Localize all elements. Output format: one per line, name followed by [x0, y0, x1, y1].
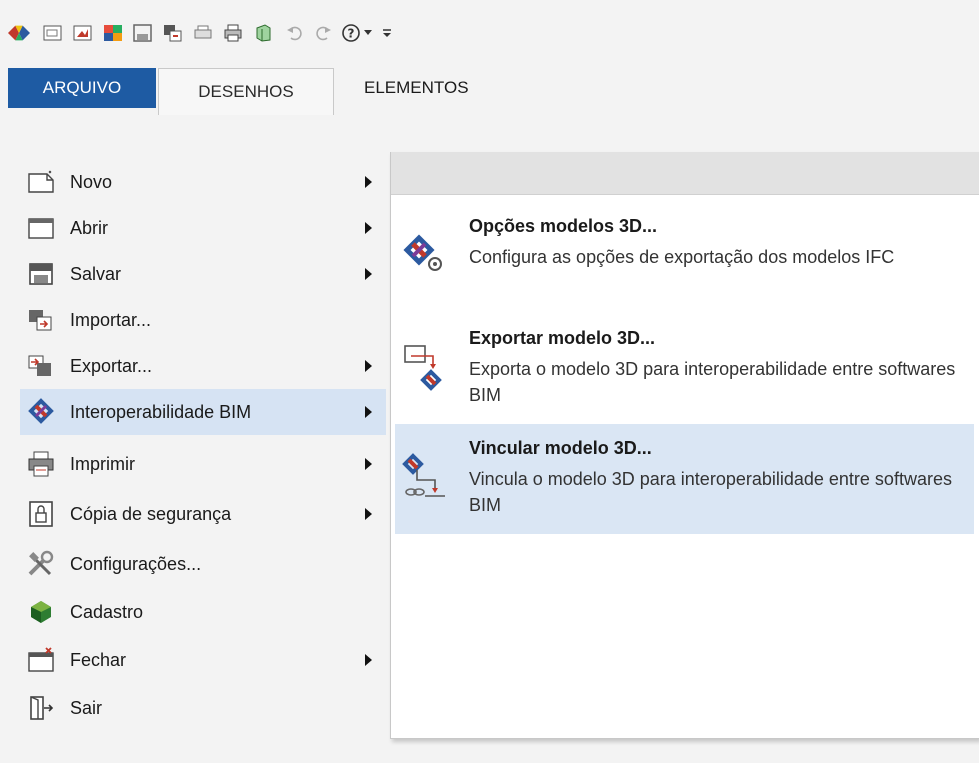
menu-item-interoperabilidade-bim[interactable]: Interoperabilidade BIM: [20, 389, 386, 435]
menu-item-label: Salvar: [70, 263, 122, 284]
menu-item-imprimir[interactable]: Imprimir: [20, 441, 386, 487]
exit-door-icon: [26, 693, 56, 723]
new-icon[interactable]: [42, 22, 64, 44]
submenu-item-title: Vincular modelo 3D...: [469, 438, 652, 458]
tab-arquivo[interactable]: ARQUIVO: [8, 68, 156, 108]
menu-item-importar[interactable]: Importar...: [20, 297, 386, 343]
submenu-item-title: Exportar modelo 3D...: [469, 328, 656, 348]
submenu-arrow-icon: [365, 176, 372, 188]
open-window-icon: [26, 213, 56, 243]
bim-submenu: Opções modelos 3D... Configura as opções…: [390, 152, 979, 739]
color-palette-icon[interactable]: [102, 22, 124, 44]
backup-lock-icon: [26, 499, 56, 529]
submenu-item-vincular-modelo-3d[interactable]: Vincular modelo 3D... Vincula o modelo 3…: [395, 424, 974, 534]
svg-text:?: ?: [348, 27, 355, 41]
export-icon: [26, 351, 56, 381]
import-icon: [26, 305, 56, 335]
submenu-item-description: Exporta o modelo 3D para interoperabilid…: [469, 359, 956, 405]
menu-item-cadastro[interactable]: Cadastro: [20, 589, 386, 635]
bim-settings-icon: [401, 232, 449, 288]
menu-item-novo[interactable]: Novo: [20, 159, 386, 205]
save-icon[interactable]: [132, 22, 154, 44]
menu-item-abrir[interactable]: Abrir: [20, 205, 386, 251]
undo-icon[interactable]: [284, 22, 306, 44]
import-icon[interactable]: [162, 22, 184, 44]
menu-item-salvar[interactable]: Salvar: [20, 251, 386, 297]
menu-item-label: Fechar: [70, 649, 127, 670]
app-logo-icon[interactable]: [8, 22, 30, 44]
menu-item-configuracoes[interactable]: Configurações...: [20, 541, 386, 587]
bim-link-icon: [401, 452, 449, 508]
menu-item-label: Novo: [70, 171, 113, 192]
submenu-item-description: Vincula o modelo 3D para interoperabilid…: [469, 469, 952, 515]
3d-model-icon[interactable]: [252, 22, 274, 44]
dropdown-icon[interactable]: [362, 22, 374, 44]
submenu-header: [391, 152, 979, 195]
submenu-item-title: Opções modelos 3D...: [469, 216, 658, 236]
menu-item-label: Interoperabilidade BIM: [70, 401, 252, 422]
customize-icon[interactable]: [380, 22, 394, 44]
submenu-arrow-icon: [365, 508, 372, 520]
help-icon[interactable]: ?: [340, 22, 362, 44]
menu-item-label: Cópia de segurança: [70, 503, 232, 524]
save-icon: [26, 259, 56, 289]
open-icon[interactable]: [72, 22, 94, 44]
menu-item-label: Imprimir: [70, 453, 135, 474]
menu-item-label: Abrir: [70, 217, 109, 238]
submenu-arrow-icon: [365, 268, 372, 280]
print-icon[interactable]: [222, 22, 244, 44]
tab-elementos[interactable]: ELEMENTOS: [346, 68, 524, 108]
menu-item-exportar[interactable]: Exportar...: [20, 343, 386, 389]
submenu-arrow-icon: [365, 360, 372, 372]
tools-icon: [26, 549, 56, 579]
menu-item-label: Configurações...: [70, 553, 202, 574]
menu-item-label: Sair: [70, 697, 103, 718]
submenu-arrow-icon: [365, 222, 372, 234]
print-preview-icon[interactable]: [192, 22, 214, 44]
submenu-item-opcoes-modelos-3d[interactable]: Opções modelos 3D... Configura as opções…: [395, 204, 974, 312]
menu-item-label: Importar...: [70, 309, 152, 330]
bim-export-icon: [401, 342, 449, 398]
submenu-item-exportar-modelo-3d[interactable]: Exportar modelo 3D... Exporta o modelo 3…: [395, 316, 974, 422]
redo-icon[interactable]: [312, 22, 334, 44]
print-icon: [26, 449, 56, 479]
submenu-item-description: Configura as opções de exportação dos mo…: [469, 247, 895, 267]
tab-desenhos[interactable]: DESENHOS: [158, 68, 334, 115]
submenu-arrow-icon: [365, 458, 372, 470]
close-window-icon: [26, 645, 56, 675]
new-file-icon: [26, 167, 56, 197]
menu-item-label: Exportar...: [70, 355, 153, 376]
menu-item-label: Cadastro: [70, 601, 144, 622]
menu-item-fechar[interactable]: Fechar: [20, 637, 386, 683]
submenu-arrow-icon: [365, 654, 372, 666]
bim-icon: [26, 397, 56, 427]
ribbon-tabs: ARQUIVO DESENHOS ELEMENTOS: [0, 60, 979, 116]
submenu-arrow-icon: [365, 406, 372, 418]
quick-access-toolbar: ?: [0, 0, 979, 60]
menu-item-sair[interactable]: Sair: [20, 685, 386, 731]
file-menu: Novo Abrir Salvar Importar... Exportar..…: [8, 152, 389, 742]
registration-icon: [26, 597, 56, 627]
menu-item-copia-de-seguranca[interactable]: Cópia de segurança: [20, 491, 386, 537]
